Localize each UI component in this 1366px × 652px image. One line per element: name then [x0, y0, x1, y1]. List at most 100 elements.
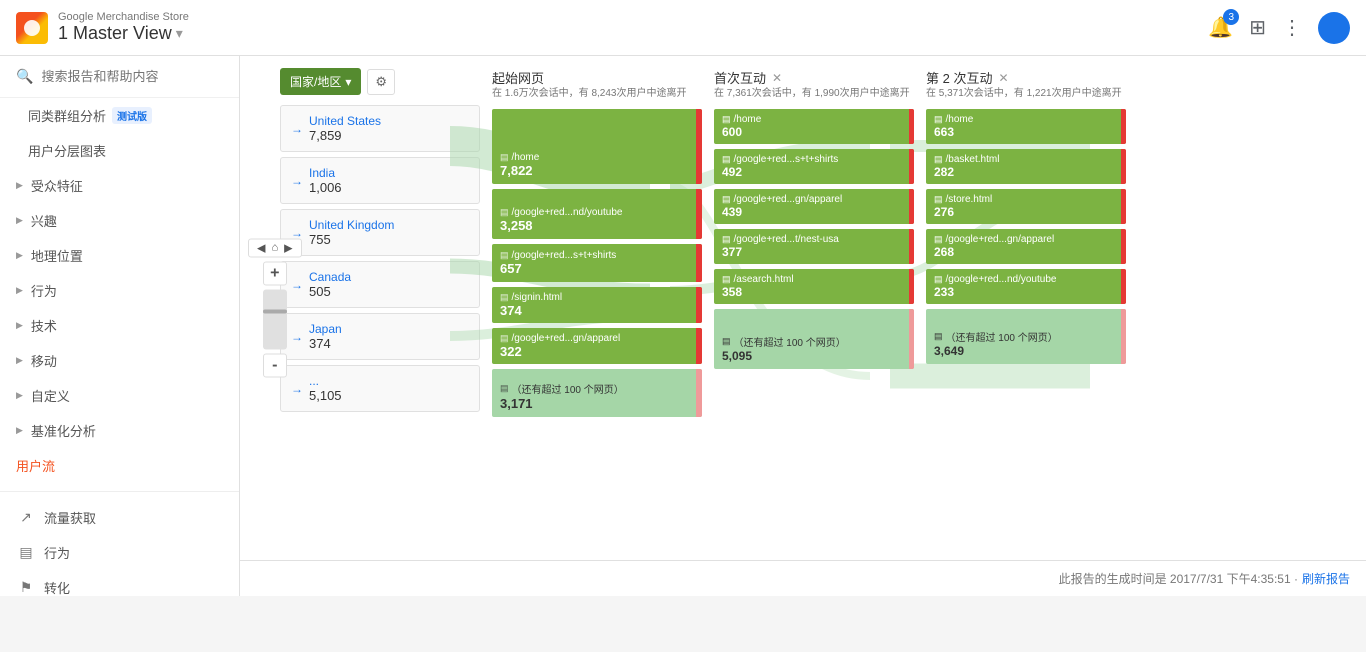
zoom-out-button[interactable]: -: [263, 354, 287, 378]
sidebar-item-behavior[interactable]: 行为: [0, 273, 239, 308]
si-bar-apparel[interactable]: ▤/google+red...gn/apparel 268: [926, 229, 1126, 264]
page-icon: ▤: [500, 292, 509, 303]
page-icon: ▤: [500, 152, 509, 163]
sidebar: 🔍 同类群组分析 测试版 用户分层图表 受众特征 兴趣 地理位置 行为 技术 移…: [0, 56, 240, 596]
sidebar-item-label: 自定义: [31, 386, 70, 405]
second-interaction-header: 第 2 次互动 ✕ 在 5,371次会话中，有 1,221次用户中途离开: [926, 68, 1126, 101]
zoom-in-button[interactable]: +: [263, 262, 287, 286]
first-interaction-column: 首次互动 ✕ 在 7,361次会话中，有 1,990次用户中途离开 ▤/home…: [714, 68, 914, 560]
second-interaction-list: ▤/home 663 ▤/basket.html 282 ▤/store.htm…: [926, 109, 1126, 364]
search-icon: 🔍: [16, 68, 33, 85]
page-bar-youtube[interactable]: ▤ /google+red...nd/youtube 3,258: [492, 189, 702, 239]
page-icon: ▤: [500, 383, 509, 394]
sidebar-item-traffic[interactable]: ↗ 流量获取: [0, 500, 239, 535]
notification-bell[interactable]: 🔔 3: [1208, 15, 1233, 40]
sidebar-item-label: 用户分层图表: [28, 141, 106, 160]
fi-bar-more[interactable]: ▤（还有超过 100 个网页） 5,095: [714, 309, 914, 369]
country-dropdown-label: 国家/地区: [290, 73, 341, 90]
sidebar-item-user-segment[interactable]: 用户分层图表: [0, 133, 239, 168]
sidebar-item-interests[interactable]: 兴趣: [0, 203, 239, 238]
country-count: 1,006: [309, 180, 342, 195]
country-name: United States: [309, 114, 381, 128]
country-card-japan[interactable]: → Japan 374: [280, 313, 480, 360]
logo: [16, 12, 48, 44]
arrow-right[interactable]: ▶: [282, 242, 294, 255]
sidebar-item-label: 兴趣: [31, 211, 57, 230]
second-interaction-close[interactable]: ✕: [998, 71, 1008, 85]
sidebar-item-cohort[interactable]: 同类群组分析 测试版: [0, 98, 239, 133]
sidebar-item-label: 受众特征: [31, 176, 83, 195]
page-bar-signin[interactable]: ▤ /signin.html 374: [492, 287, 702, 323]
page-bar-home[interactable]: ▤ /home 7,822: [492, 109, 702, 184]
country-count: 505: [309, 284, 351, 299]
sidebar-item-userflow[interactable]: 用户流: [0, 448, 239, 483]
more-options-icon[interactable]: ⋮: [1282, 15, 1302, 40]
dropdown-arrow-icon: ▾: [345, 75, 351, 89]
si-bar-youtube[interactable]: ▤/google+red...nd/youtube 233: [926, 269, 1126, 304]
arrow-home[interactable]: ⌂: [269, 242, 280, 255]
page-bar-shirts[interactable]: ▤ /google+red...s+t+shirts 657: [492, 244, 702, 282]
sidebar-item-benchmark[interactable]: 基准化分析: [0, 413, 239, 448]
sidebar-item-label: 基准化分析: [31, 421, 96, 440]
sidebar-item-geo[interactable]: 地理位置: [0, 238, 239, 273]
country-name: Japan: [309, 322, 342, 336]
si-bar-home[interactable]: ▤/home 663: [926, 109, 1126, 144]
fi-bar-asearch[interactable]: ▤/asearch.html 358: [714, 269, 914, 304]
page-bar-name: ▤ /google+red...nd/youtube: [500, 207, 694, 218]
country-settings-button[interactable]: ⚙: [367, 69, 395, 95]
user-avatar[interactable]: [1318, 12, 1350, 44]
country-card-uk[interactable]: → United Kingdom 755: [280, 209, 480, 256]
first-interaction-title: 首次互动: [714, 68, 766, 87]
start-page-header: 起始网页 在 1.6万次会话中，有 8,243次用户中途离开: [492, 68, 702, 101]
first-interaction-subtitle: 在 7,361次会话中，有 1,990次用户中途离开: [714, 87, 914, 101]
page-bar-apparel[interactable]: ▤ /google+red...gn/apparel 322: [492, 328, 702, 364]
page-icon: ▤: [500, 207, 509, 218]
sidebar-item-audience[interactable]: 受众特征: [0, 168, 239, 203]
grid-icon[interactable]: ⊞: [1249, 15, 1266, 40]
page-icon: ▤: [500, 250, 509, 261]
sidebar-item-mobile[interactable]: 移动: [0, 343, 239, 378]
country-info: United States 7,859: [309, 114, 381, 143]
country-cards: → United States 7,859 → India 1,006: [280, 105, 480, 412]
view-dropdown-icon[interactable]: ▾: [176, 25, 183, 42]
page-icon: ▤: [500, 333, 509, 344]
country-count: 5,105: [309, 388, 342, 403]
start-page-column: 起始网页 在 1.6万次会话中，有 8,243次用户中途离开 ▤ /home 7…: [492, 68, 702, 560]
si-bar-store[interactable]: ▤/store.html 276: [926, 189, 1126, 224]
country-name: ...: [309, 374, 342, 388]
sidebar-item-behavior-nav[interactable]: ▤ 行为: [0, 535, 239, 570]
country-flow-icon: →: [291, 122, 303, 136]
notification-badge: 3: [1223, 9, 1239, 25]
sidebar-item-custom[interactable]: 自定义: [0, 378, 239, 413]
conversion-icon: ⚑: [16, 579, 36, 596]
start-page-subtitle: 在 1.6万次会话中，有 8,243次用户中途离开: [492, 87, 702, 101]
country-card-india[interactable]: → India 1,006: [280, 157, 480, 204]
fi-bar-shirts[interactable]: ▤/google+red...s+t+shirts 492: [714, 149, 914, 184]
fi-bar-nest[interactable]: ▤/google+red...t/nest-usa 377: [714, 229, 914, 264]
country-card-us[interactable]: → United States 7,859: [280, 105, 480, 152]
country-card-canada[interactable]: → Canada 505: [280, 261, 480, 308]
country-info: India 1,006: [309, 166, 342, 195]
app-name: Google Merchandise Store: [58, 11, 189, 23]
si-bar-basket[interactable]: ▤/basket.html 282: [926, 149, 1126, 184]
arrow-left[interactable]: ◀: [255, 242, 267, 255]
country-card-others[interactable]: → ... 5,105: [280, 365, 480, 412]
fi-bar-apparel[interactable]: ▤/google+red...gn/apparel 439: [714, 189, 914, 224]
fi-bar-home[interactable]: ▤/home 600: [714, 109, 914, 144]
sidebar-item-label: 技术: [31, 316, 57, 335]
country-dropdown[interactable]: 国家/地区 ▾: [280, 68, 361, 95]
nav-arrows: ◀ ⌂ ▶: [248, 239, 302, 258]
first-interaction-close[interactable]: ✕: [772, 71, 782, 85]
si-bar-more[interactable]: ▤（还有超过 100 个网页） 3,649: [926, 309, 1126, 364]
flow-container: ◀ ⌂ ▶ + - 国家/地区 ▾: [240, 56, 1366, 560]
sidebar-item-tech[interactable]: 技术: [0, 308, 239, 343]
sidebar-item-conversion[interactable]: ⚑ 转化: [0, 570, 239, 596]
page-bar-more-start[interactable]: ▤ （还有超过 100 个网页） 3,171: [492, 369, 702, 417]
start-page-title: 起始网页: [492, 68, 702, 87]
search-input[interactable]: [41, 69, 223, 84]
page-bar-name: ▤ （还有超过 100 个网页）: [500, 381, 694, 396]
sidebar-search[interactable]: 🔍: [0, 56, 239, 98]
refresh-report-link[interactable]: 刷新报告: [1302, 570, 1350, 587]
country-column: 国家/地区 ▾ ⚙ → United States 7,859: [280, 68, 480, 560]
exit-indicator: [696, 189, 702, 239]
